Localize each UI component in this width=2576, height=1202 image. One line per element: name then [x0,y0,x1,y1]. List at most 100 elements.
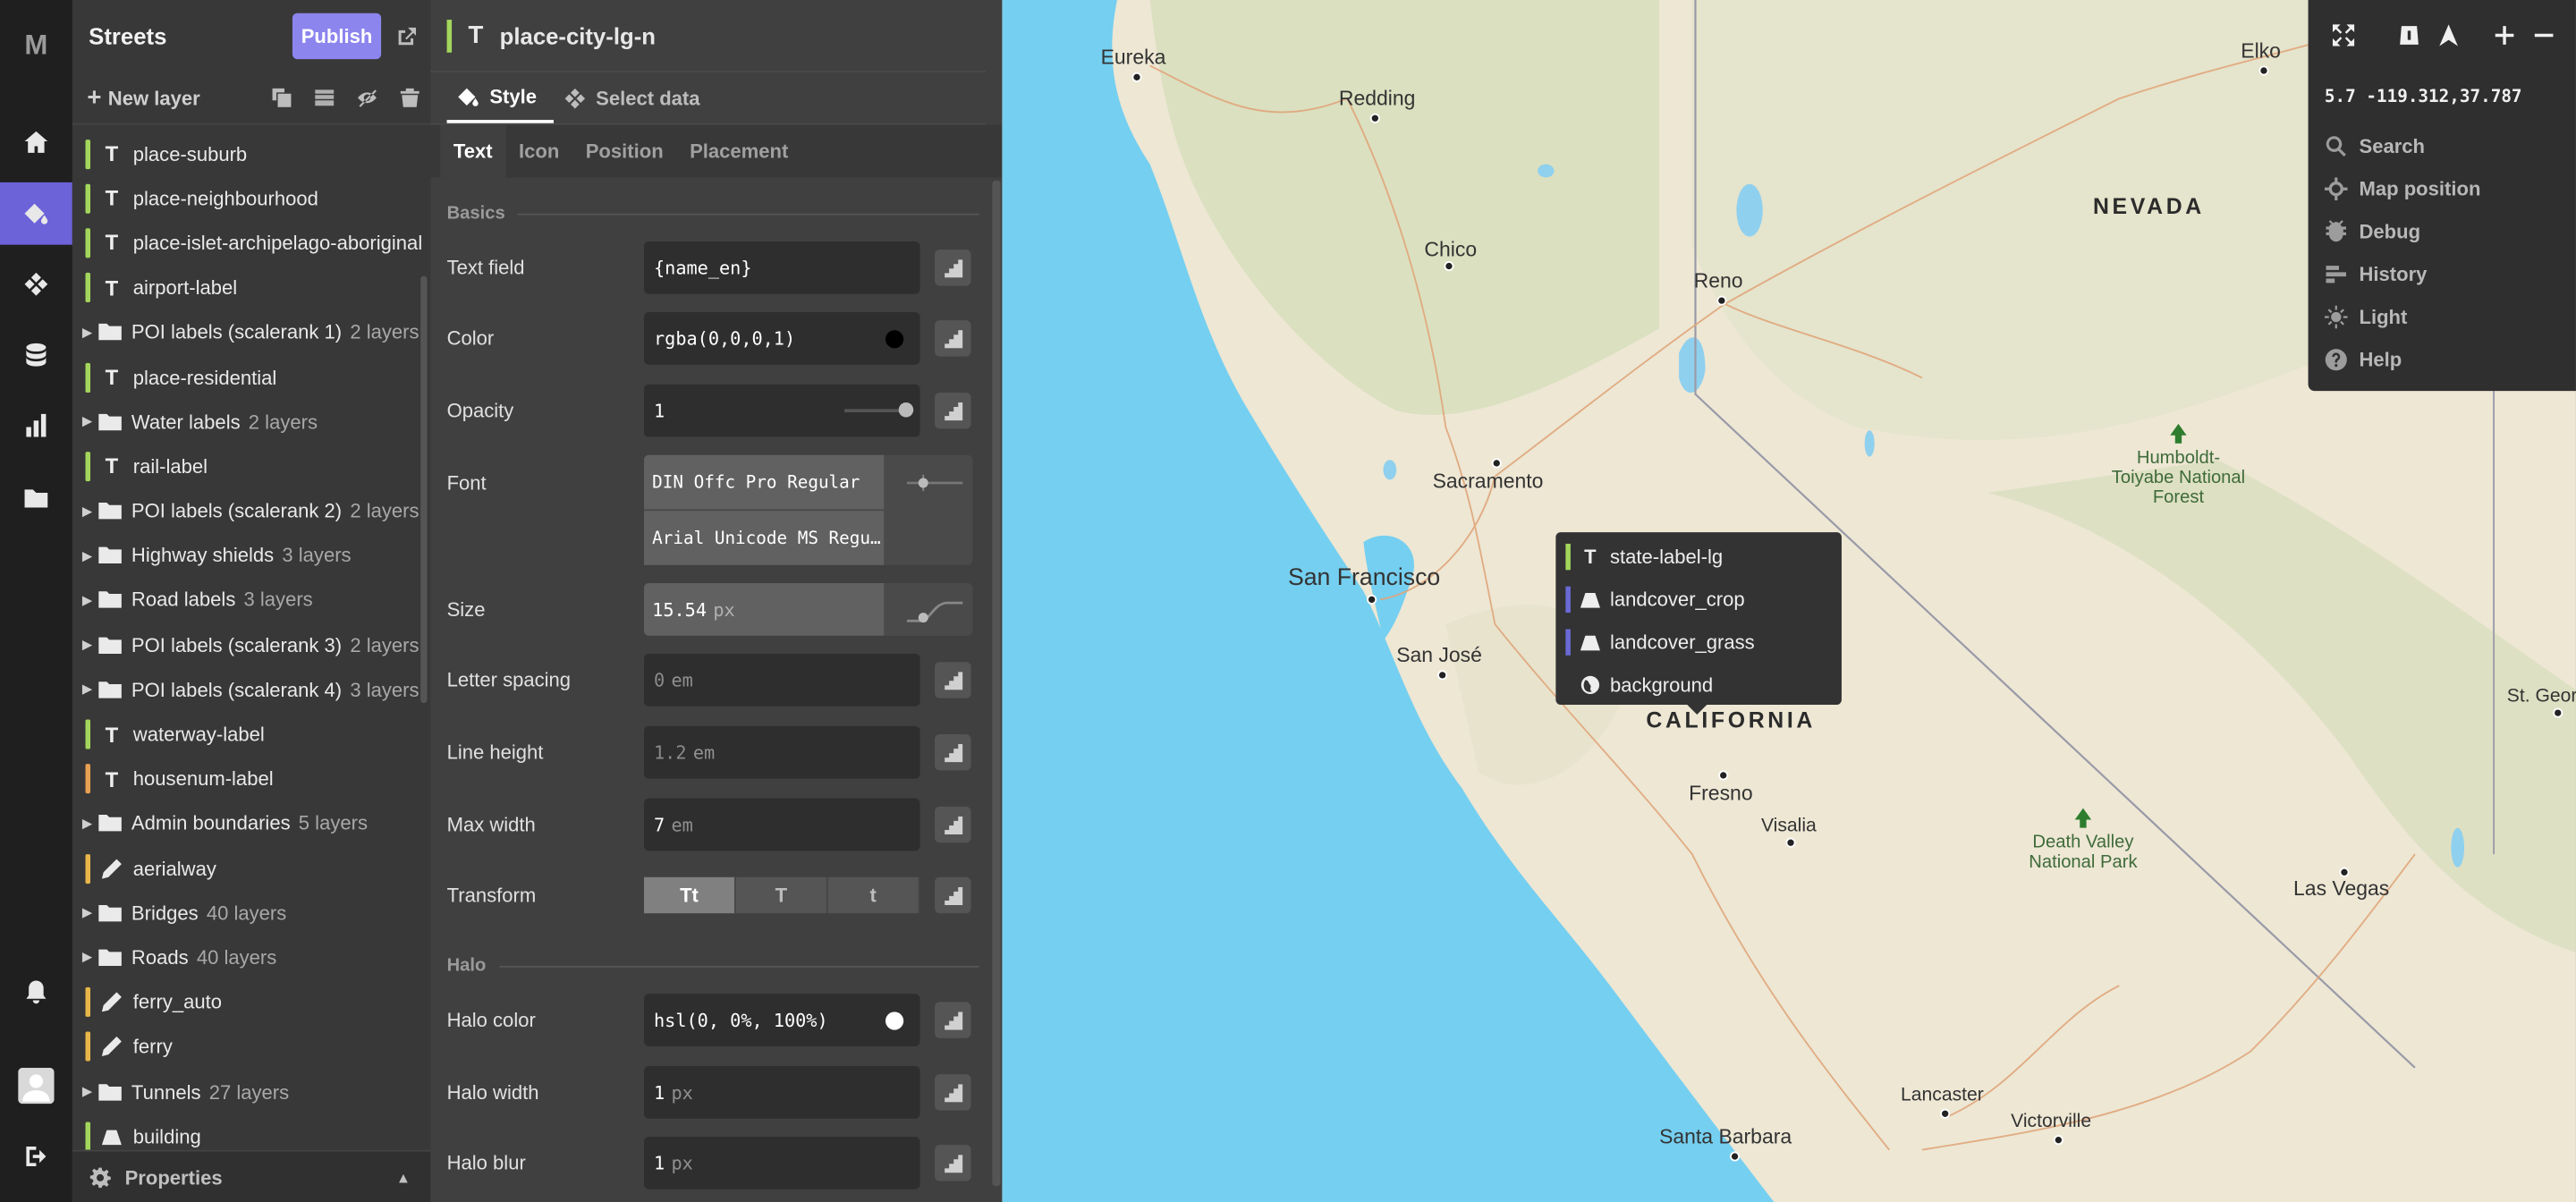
layer-group-item[interactable]: ▶ POI labels (scalerank 2) 2 layers [72,488,430,533]
compass-button[interactable] [2428,15,2468,55]
light-button[interactable]: Light [2309,296,2576,339]
city-label-redding[interactable]: Redding [1339,87,1416,110]
city-label-eureka[interactable]: Eureka [1101,46,1166,69]
halo-color-zoom-button[interactable] [935,1002,971,1038]
assets-nav-button[interactable] [0,467,72,529]
layer-item[interactable]: Thousenum-label [72,757,430,801]
max-width-input[interactable]: 7 em [643,798,920,851]
city-label-santa-barbara[interactable]: Santa Barbara [1659,1125,1792,1148]
fullscreen-button[interactable] [2323,15,2362,55]
halo-color-input[interactable]: hsl(0, 0%, 100%) [643,994,920,1046]
city-label-san-jose[interactable]: San José [1396,644,1482,667]
color-zoom-button[interactable] [935,320,971,357]
max-width-zoom-button[interactable] [935,806,971,843]
line-height-zoom-button[interactable] [935,734,971,771]
caret-right-icon[interactable]: ▶ [82,817,98,832]
caret-right-icon[interactable]: ▶ [82,906,98,921]
halo-blur-zoom-button[interactable] [935,1145,971,1181]
layer-list-scrollbar[interactable] [420,275,428,704]
size-input[interactable]: 15.54 px [643,583,885,636]
color-swatch[interactable] [885,329,904,348]
opacity-slider[interactable] [844,402,914,418]
opacity-slider-knob[interactable] [898,402,914,418]
layer-group-item[interactable]: ▶ Admin boundaries 5 layers [72,801,430,846]
transform-uppercase-option[interactable]: T [735,876,828,914]
city-label-visalia[interactable]: Visalia [1761,817,1817,836]
map-position-button[interactable]: Map position [2309,167,2576,210]
layer-group-item[interactable]: ▶ Road labels 3 layers [72,578,430,622]
caret-right-icon[interactable]: ▶ [82,414,98,429]
hide-layer-button[interactable] [345,81,388,114]
city-label-st-george[interactable]: St. Geor [2507,687,2576,707]
transform-lowercase-option[interactable]: t [827,876,920,914]
layer-group-item[interactable]: ▶ Roads 40 layers [72,935,430,980]
subtab-icon[interactable]: Icon [505,125,572,178]
layer-item[interactable]: building [72,1114,430,1150]
inspect-button[interactable] [2389,15,2428,55]
group-layers-button[interactable] [302,81,345,114]
publish-button[interactable]: Publish [292,13,382,60]
caret-right-icon[interactable]: ▶ [82,593,98,608]
opacity-zoom-button[interactable] [935,392,971,429]
layer-group-item[interactable]: ▶ Bridges 40 layers [72,891,430,935]
open-external-button[interactable] [381,25,430,47]
halo-blur-input[interactable]: 1 px [643,1136,920,1189]
city-label-las-vegas[interactable]: Las Vegas [2293,877,2389,901]
city-label-elko[interactable]: Elko [2241,39,2281,63]
duplicate-layer-button[interactable] [259,81,302,114]
state-label-california[interactable]: CALIFORNIA [1646,708,1816,733]
layer-item[interactable]: ferry [72,1025,430,1070]
layer-name[interactable]: place-city-lg-n [500,22,656,48]
editor-scrollbar[interactable] [992,181,1001,1187]
line-height-input[interactable]: 1.2 em [643,725,920,779]
home-nav-button[interactable] [0,112,72,174]
layer-group-item[interactable]: ▶ POI labels (scalerank 3) 2 layers [72,622,430,667]
city-label-san-francisco[interactable]: San Francisco [1288,565,1440,591]
city-label-chico[interactable]: Chico [1424,238,1477,261]
zoom-in-button[interactable] [2484,15,2523,55]
text-field-zoom-button[interactable] [935,250,971,286]
popup-item[interactable]: landcover_crop [1555,579,1842,622]
layer-group-item[interactable]: ▶ POI labels (scalerank 4) 3 layers [72,667,430,712]
layer-item[interactable]: aerialway [72,846,430,891]
state-label-nevada[interactable]: NEVADA [2093,194,2205,219]
caret-right-icon[interactable]: ▶ [82,682,98,698]
zoom-curve-icon[interactable] [906,598,966,624]
layer-item[interactable]: Tplace-neighbourhood [72,176,430,221]
caret-right-icon[interactable]: ▶ [82,1084,98,1099]
layer-item[interactable]: Twaterway-label [72,712,430,757]
font-primary-input[interactable]: DIN Offc Pro Regular [643,454,885,510]
text-field-input[interactable]: {name_en} [643,241,920,294]
stats-nav-button[interactable] [0,394,72,457]
layer-item[interactable]: Tairport-label [72,266,430,310]
popup-item[interactable]: background [1555,664,1842,707]
layer-group-item[interactable]: ▶ Highway shields 3 layers [72,533,430,578]
tab-style[interactable]: Style [446,72,554,123]
popup-item[interactable]: T state-label-lg [1555,536,1842,579]
subtab-position[interactable]: Position [572,125,676,178]
style-nav-button[interactable] [0,182,72,245]
zoom-out-button[interactable] [2523,15,2563,55]
city-label-sacramento[interactable]: Sacramento [1433,470,1544,493]
sign-out-button[interactable] [0,1125,72,1188]
subtab-text[interactable]: Text [440,124,506,178]
layer-item[interactable]: Tplace-suburb [72,131,430,176]
halo-color-swatch[interactable] [885,1011,904,1029]
notifications-button[interactable] [0,961,72,1023]
app-logo[interactable]: M [0,30,72,63]
halo-width-input[interactable]: 1 px [643,1066,920,1119]
layer-item[interactable]: ferry_auto [72,980,430,1025]
park-label-death-valley[interactable]: Death Valley National Park [2001,833,2165,872]
layer-group-item[interactable]: ▶ Water labels 2 layers [72,400,430,444]
layer-group-item[interactable]: ▶ POI labels (scalerank 1) 2 layers [72,310,430,355]
zoom-curve-icon[interactable] [906,474,966,492]
caret-right-icon[interactable]: ▶ [82,950,98,965]
datasets-nav-button[interactable] [0,324,72,386]
transform-zoom-button[interactable] [935,876,971,914]
city-label-fresno[interactable]: Fresno [1689,782,1752,805]
properties-bar[interactable]: Properties ▲ [72,1149,431,1202]
letter-spacing-input[interactable]: 0 em [643,654,920,707]
account-button[interactable] [0,1054,72,1117]
color-input[interactable]: rgba(0,0,0,1) [643,311,920,365]
new-layer-button[interactable]: + New layer [87,84,259,112]
